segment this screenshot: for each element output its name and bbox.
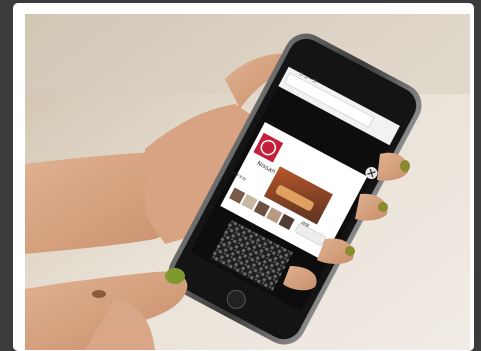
photo-scene bbox=[25, 14, 470, 350]
photo: ニュース Nissan おすすめ 詳細 bbox=[25, 14, 470, 350]
fingernail bbox=[165, 268, 185, 284]
